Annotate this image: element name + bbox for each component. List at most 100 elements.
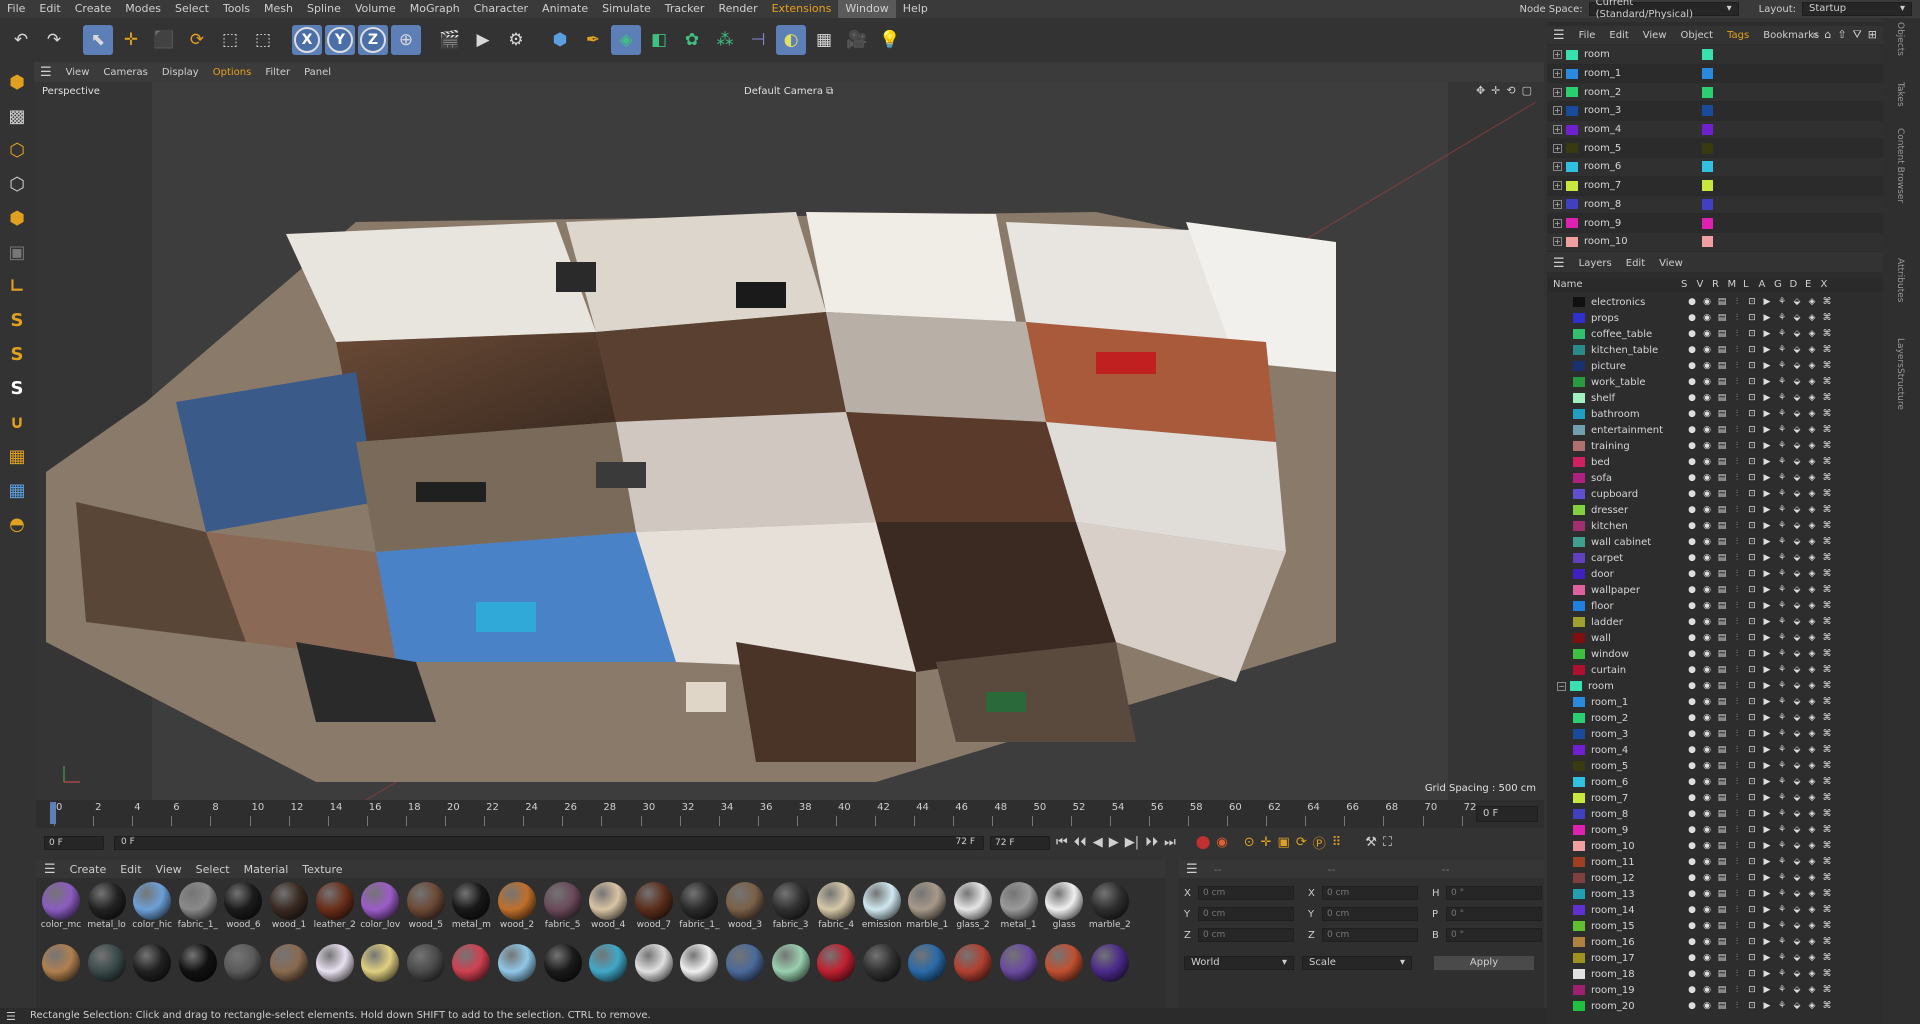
- animation-icon[interactable]: ▶: [1761, 985, 1773, 996]
- workplane-icon[interactable]: S: [3, 374, 31, 402]
- layer-color-chip[interactable]: [1573, 953, 1585, 963]
- recent-icon[interactable]: ⬚: [248, 25, 278, 55]
- animation-icon[interactable]: ▶: [1761, 793, 1773, 804]
- generators-icon[interactable]: ⚘: [1776, 377, 1788, 388]
- menu-window[interactable]: Window: [838, 0, 896, 18]
- animation-icon[interactable]: ▶: [1761, 809, 1773, 820]
- grid-icon[interactable]: ▦: [3, 442, 31, 470]
- solo-icon[interactable]: ●: [1686, 745, 1698, 756]
- manager-icon[interactable]: ⫶: [1731, 969, 1743, 980]
- material-swatch[interactable]: glass: [1043, 882, 1085, 930]
- start-frame-field[interactable]: 0 F: [44, 836, 104, 850]
- solo-icon[interactable]: ●: [1686, 361, 1698, 372]
- node-space-dropdown[interactable]: Current (Standard/Physical) ▾: [1588, 0, 1739, 20]
- visible-icon[interactable]: ◉: [1701, 521, 1713, 532]
- manager-icon[interactable]: ⫶: [1731, 905, 1743, 916]
- render-icon[interactable]: ▤: [1716, 521, 1728, 532]
- visible-icon[interactable]: ◉: [1701, 1001, 1713, 1012]
- manager-icon[interactable]: ⫶: [1731, 585, 1743, 596]
- object-color-swatch[interactable]: [1702, 105, 1713, 117]
- visible-icon[interactable]: ◉: [1701, 569, 1713, 580]
- render-icon[interactable]: ▤: [1716, 857, 1728, 868]
- xref-icon[interactable]: ⌘: [1821, 553, 1833, 564]
- deformers-icon[interactable]: ⬙: [1791, 825, 1803, 836]
- menu-extensions[interactable]: Extensions: [765, 0, 839, 18]
- render-icon[interactable]: ▤: [1716, 409, 1728, 420]
- generators-icon[interactable]: ⚘: [1776, 617, 1788, 628]
- layer-color-chip[interactable]: [1573, 393, 1585, 403]
- render-icon[interactable]: ▤: [1716, 665, 1728, 676]
- array-icon[interactable]: ⁂: [710, 25, 740, 55]
- visible-icon[interactable]: ◉: [1701, 313, 1713, 324]
- xref-icon[interactable]: ⌘: [1821, 873, 1833, 884]
- layer-color-chip[interactable]: [1573, 521, 1585, 531]
- menu-mograph[interactable]: MoGraph: [403, 0, 467, 18]
- scale-key-icon[interactable]: ▣: [1278, 835, 1290, 850]
- scene-icon[interactable]: ◐: [776, 25, 806, 55]
- visible-icon[interactable]: ◉: [1701, 457, 1713, 468]
- menu-render[interactable]: Render: [711, 0, 764, 18]
- xref-icon[interactable]: ⌘: [1821, 473, 1833, 484]
- expressions-icon[interactable]: ◈: [1806, 953, 1818, 964]
- visible-icon[interactable]: ◉: [1701, 953, 1713, 964]
- solo-icon[interactable]: ●: [1686, 409, 1698, 420]
- render-icon[interactable]: ▤: [1716, 425, 1728, 436]
- solo-icon[interactable]: ●: [1686, 841, 1698, 852]
- menu-tools[interactable]: Tools: [216, 0, 257, 18]
- generators-icon[interactable]: ⚘: [1776, 697, 1788, 708]
- material-swatch[interactable]: [998, 944, 1040, 982]
- material-swatch[interactable]: [633, 944, 675, 982]
- animation-icon[interactable]: ▶: [1761, 569, 1773, 580]
- xref-icon[interactable]: ⌘: [1821, 457, 1833, 468]
- layer-row[interactable]: cupboard ● ◉ ▤ ⫶ ⊡ ▶ ⚘ ⬙ ◈ ⌘: [1547, 486, 1883, 502]
- expand-icon[interactable]: +: [1553, 69, 1562, 79]
- xref-icon[interactable]: ⌘: [1821, 313, 1833, 324]
- current-frame-field[interactable]: 0 F: [1476, 806, 1538, 822]
- expressions-icon[interactable]: ◈: [1806, 313, 1818, 324]
- object-color-swatch[interactable]: [1702, 161, 1713, 173]
- generators-icon[interactable]: ⚘: [1776, 713, 1788, 724]
- manager-icon[interactable]: ⫶: [1731, 457, 1743, 468]
- locked-icon[interactable]: ⊡: [1746, 617, 1758, 628]
- layer-row[interactable]: room_18 ● ◉ ▤ ⫶ ⊡ ▶ ⚘ ⬙ ◈ ⌘: [1547, 966, 1883, 982]
- expressions-icon[interactable]: ◈: [1806, 361, 1818, 372]
- visible-icon[interactable]: ◉: [1701, 329, 1713, 340]
- render-icon[interactable]: ▤: [1716, 393, 1728, 404]
- layer-row[interactable]: room_2 ● ◉ ▤ ⫶ ⊡ ▶ ⚘ ⬙ ◈ ⌘: [1547, 710, 1883, 726]
- expressions-icon[interactable]: ◈: [1806, 985, 1818, 996]
- deformers-icon[interactable]: ⬙: [1791, 297, 1803, 308]
- material-swatch[interactable]: leather_2: [314, 882, 356, 930]
- layer-column-header[interactable]: A: [1759, 279, 1766, 290]
- menu-file[interactable]: File: [0, 0, 32, 18]
- generators-icon[interactable]: ⚘: [1776, 585, 1788, 596]
- render-icon[interactable]: ▤: [1716, 985, 1728, 996]
- render-icon[interactable]: ▤: [1716, 713, 1728, 724]
- expressions-icon[interactable]: ◈: [1806, 297, 1818, 308]
- locked-icon[interactable]: ⊡: [1746, 361, 1758, 372]
- edges-mode-icon[interactable]: ⬡: [3, 170, 31, 198]
- coord-system-dropdown[interactable]: World ▾: [1184, 956, 1294, 970]
- material-swatch[interactable]: [359, 944, 401, 982]
- visible-icon[interactable]: ◉: [1701, 761, 1713, 772]
- layer-color-chip[interactable]: [1573, 825, 1585, 835]
- side-tab-content-browser[interactable]: Content Browser: [1895, 128, 1905, 203]
- coord-field[interactable]: 0 cm: [1322, 886, 1418, 900]
- manager-icon[interactable]: ⫶: [1731, 889, 1743, 900]
- expressions-icon[interactable]: ◈: [1806, 969, 1818, 980]
- expressions-icon[interactable]: ◈: [1806, 633, 1818, 644]
- layer-row[interactable]: bed ● ◉ ▤ ⫶ ⊡ ▶ ⚘ ⬙ ◈ ⌘: [1547, 454, 1883, 470]
- expressions-icon[interactable]: ◈: [1806, 681, 1818, 692]
- render-settings-icon[interactable]: ⚙: [501, 25, 531, 55]
- locked-icon[interactable]: ⊡: [1746, 825, 1758, 836]
- animation-icon[interactable]: ▶: [1761, 329, 1773, 340]
- animation-icon[interactable]: ▶: [1761, 345, 1773, 356]
- deformers-icon[interactable]: ⬙: [1791, 649, 1803, 660]
- visible-icon[interactable]: ◉: [1701, 409, 1713, 420]
- animation-icon[interactable]: ▶: [1761, 553, 1773, 564]
- visible-icon[interactable]: ◉: [1701, 377, 1713, 388]
- solo-icon[interactable]: ●: [1686, 601, 1698, 612]
- layer-column-header[interactable]: D: [1790, 279, 1798, 290]
- deformers-icon[interactable]: ⬙: [1791, 313, 1803, 324]
- visible-icon[interactable]: ◉: [1701, 969, 1713, 980]
- deformers-icon[interactable]: ⬙: [1791, 489, 1803, 500]
